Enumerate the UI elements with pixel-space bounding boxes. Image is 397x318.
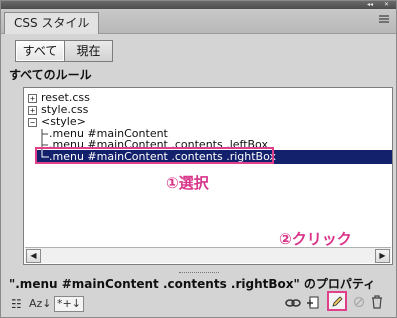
css-styles-panel: ◂◂ ✕ CSS スタイル すべて 現在 すべてのルール + reset.css… xyxy=(0,0,397,318)
scroll-right-icon[interactable]: ▶ xyxy=(375,249,390,263)
selection-annotation-box xyxy=(35,147,274,164)
annotation-select: ①選択 xyxy=(166,174,209,192)
edit-rule-button[interactable] xyxy=(327,291,347,311)
horizontal-scrollbar[interactable]: ◀ ▶ xyxy=(25,247,391,263)
scroll-left-icon[interactable]: ◀ xyxy=(26,249,41,263)
set-properties-only-icon[interactable]: *+↓ xyxy=(54,296,84,312)
panel-tab-bar: CSS スタイル xyxy=(1,9,396,34)
panel-menu-icon[interactable] xyxy=(378,13,390,28)
disable-icon[interactable] xyxy=(353,296,365,312)
panel-title-strip: ◂◂ ✕ xyxy=(1,1,396,9)
collapse-arrows-icon[interactable]: ◂◂ xyxy=(367,1,373,9)
edit-pencil-icon xyxy=(332,296,343,307)
tab-css-styles[interactable]: CSS スタイル xyxy=(4,12,100,34)
current-mode-button[interactable]: 現在 xyxy=(65,40,113,62)
rules-tree[interactable]: + reset.css + style.css − <style> .menu … xyxy=(23,87,393,265)
category-view-icon[interactable]: ☷ xyxy=(11,297,22,311)
close-panel-icon[interactable]: ✕ xyxy=(384,1,389,9)
properties-title: ".menu #mainContent .contents .rightBox"… xyxy=(9,277,376,291)
all-mode-button[interactable]: すべて xyxy=(15,40,65,62)
rules-section-header: すべてのルール xyxy=(9,68,92,82)
splitter-grip[interactable] xyxy=(179,272,219,273)
new-rule-icon[interactable] xyxy=(306,296,320,314)
alphabetical-view-icon[interactable]: Az↓ xyxy=(29,297,52,311)
annotation-click: ②クリック xyxy=(279,230,352,248)
link-icon[interactable] xyxy=(285,296,301,314)
trash-icon[interactable] xyxy=(371,295,383,313)
